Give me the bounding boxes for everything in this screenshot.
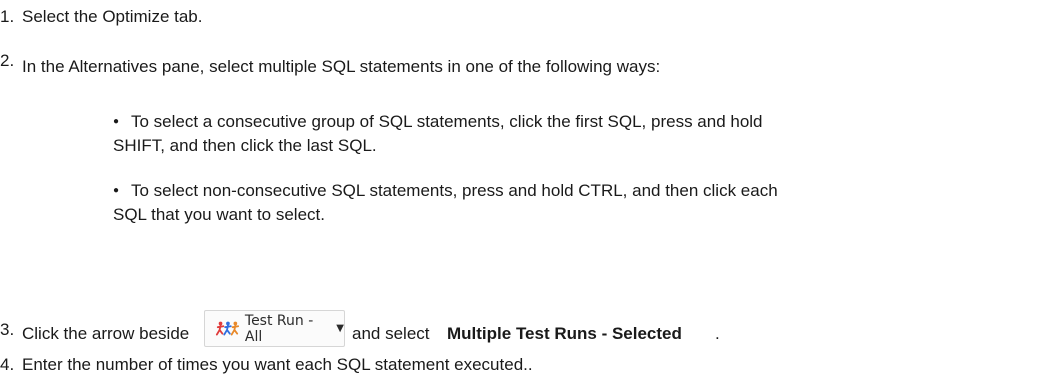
runners-icon — [215, 321, 240, 335]
step-text-mid: and select — [352, 324, 430, 343]
step-text: Select the Optimize tab. — [22, 7, 203, 26]
step-text-bold: Multiple Test Runs - Selected — [447, 324, 682, 343]
step-text-pre: Click the arrow beside — [22, 324, 190, 343]
bullet-icon: ● — [113, 116, 120, 127]
test-run-all-button[interactable]: Test Run - All ▼ — [204, 310, 345, 347]
step-number: 3. — [0, 320, 15, 339]
bullet-line: SQL that you want to select. — [113, 205, 325, 224]
step-text: Enter the number of times you want each … — [22, 355, 533, 374]
bullet-item: ● To select non-consecutive SQL statemen… — [113, 179, 1053, 231]
step-text-post: . — [715, 324, 720, 343]
dropdown-arrow-icon[interactable]: ▼ — [336, 323, 344, 334]
step-3: 3. Click the arrow beside and select Mul… — [0, 318, 1060, 348]
step-number: 4. — [0, 355, 15, 374]
bullet-line: To select a consecutive group of SQL sta… — [131, 112, 763, 131]
bullet-text: To select a consecutive group of SQL sta… — [113, 110, 1051, 158]
button-label: Test Run - All — [244, 312, 314, 345]
bullet-line: To select non-consecutive SQL statements… — [131, 181, 778, 200]
step-number: 2. — [0, 51, 15, 70]
bullet-line: SHIFT, and then click the last SQL. — [113, 136, 377, 155]
bullet-icon: ● — [113, 185, 120, 196]
step-text: In the Alternatives pane, select multipl… — [22, 57, 661, 76]
bullet-item: ● To select a consecutive group of SQL s… — [113, 110, 1053, 162]
bullet-text: To select non-consecutive SQL statements… — [113, 179, 1051, 227]
step-number: 1. — [0, 7, 15, 26]
